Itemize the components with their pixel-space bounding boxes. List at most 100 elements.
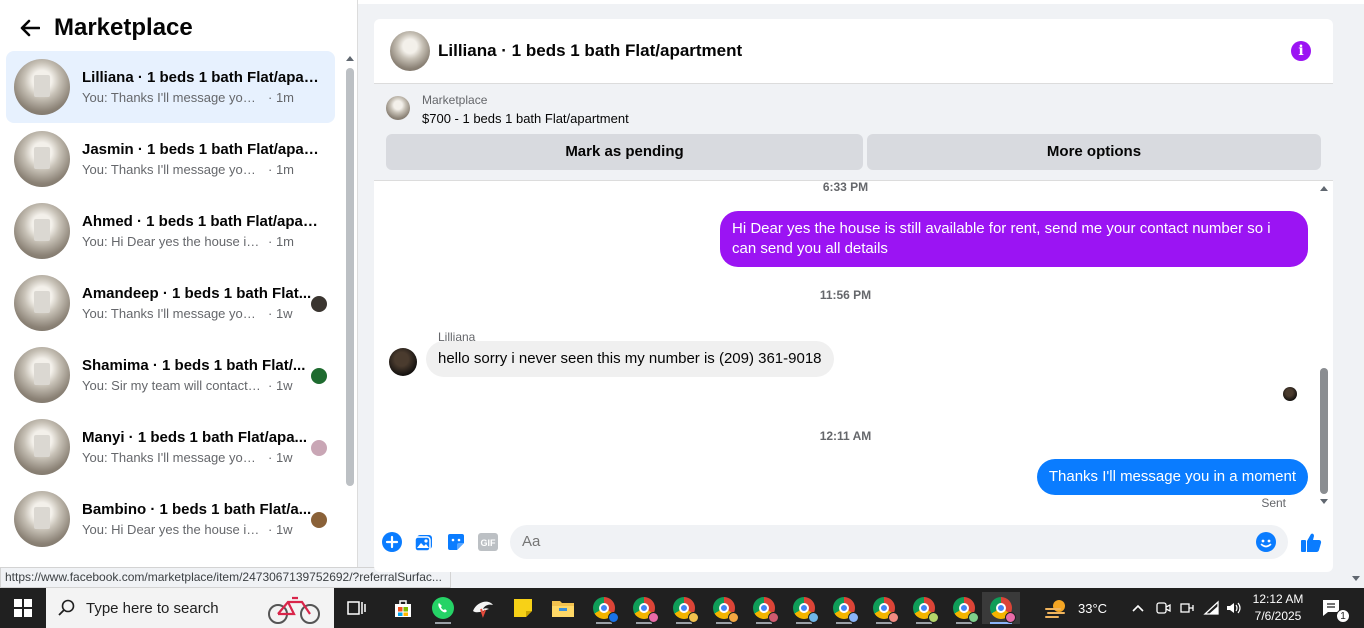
weather-widget[interactable]: 33°C xyxy=(1044,588,1107,628)
timestamp: 12:11 AM xyxy=(819,429,872,443)
microsoft-store-icon[interactable] xyxy=(385,592,421,624)
listing-avatar[interactable] xyxy=(390,31,430,71)
emoji-icon[interactable] xyxy=(1256,532,1276,552)
scroll-up-arrow-icon[interactable] xyxy=(1320,186,1328,191)
panel-header: Marketplace xyxy=(0,0,350,56)
conversation-item[interactable]: Bambino · 1 beds 1 bath Flat/a... You: H… xyxy=(6,483,335,555)
chrome-profile-icon[interactable] xyxy=(906,592,942,624)
chrome-profile-icon[interactable] xyxy=(666,592,702,624)
clock-time: 12:12 AM xyxy=(1252,592,1304,606)
chrome-profile-icon[interactable] xyxy=(586,592,622,624)
wifi-icon[interactable] xyxy=(1203,588,1221,628)
svg-text:GIF: GIF xyxy=(481,538,497,548)
conversation-name: Amandeep · 1 beds 1 bath Flat... xyxy=(82,285,312,302)
chrome-active-window-icon[interactable] xyxy=(982,592,1020,624)
conversation-preview: You: Thanks I'll message you in ... xyxy=(82,306,262,321)
conversation-item[interactable]: Amandeep · 1 beds 1 bath Flat... You: Th… xyxy=(6,267,335,339)
like-thumbs-up-icon[interactable] xyxy=(1299,530,1323,554)
gif-icon[interactable]: GIF xyxy=(477,531,499,553)
photo-icon[interactable] xyxy=(413,531,435,553)
conversation-time: · 1w xyxy=(268,378,293,393)
top-strip xyxy=(358,0,1364,4)
network-ethernet-icon[interactable] xyxy=(1179,588,1195,628)
add-plus-icon[interactable] xyxy=(381,531,403,553)
read-receipt-avatar xyxy=(311,368,327,384)
conversation-time: · 1m xyxy=(268,162,294,177)
received-message[interactable]: hello sorry i never seen this my number … xyxy=(426,341,834,377)
listing-thumbnail xyxy=(14,491,70,547)
read-receipt-avatar xyxy=(311,512,327,528)
conversation-item[interactable]: Lilliana · 1 beds 1 bath Flat/apart... Y… xyxy=(6,51,335,123)
scrollbar-thumb[interactable] xyxy=(1320,368,1328,494)
notification-count: 1 xyxy=(1336,609,1350,623)
sticky-notes-icon[interactable] xyxy=(505,592,541,624)
taskbar-search-box[interactable]: Type here to search xyxy=(46,588,334,628)
chrome-profile-icon[interactable] xyxy=(746,592,782,624)
weather-haze-icon xyxy=(1045,600,1065,618)
bird-app-icon[interactable] xyxy=(465,592,501,624)
system-clock[interactable]: 12:12 AM 7/6/2025 xyxy=(1246,591,1310,625)
chrome-profile-icon[interactable] xyxy=(866,592,902,624)
chrome-profile-icon[interactable] xyxy=(786,592,822,624)
conversation-time: · 1w xyxy=(268,450,293,465)
listing-title[interactable]: $700 - 1 beds 1 bath Flat/apartment xyxy=(422,111,629,126)
conversation-list-scrollbar[interactable] xyxy=(345,56,355,586)
file-explorer-icon[interactable] xyxy=(545,592,581,624)
conversation-name: Bambino · 1 beds 1 bath Flat/a... xyxy=(82,501,312,518)
notifications-icon[interactable]: 1 xyxy=(1320,588,1358,628)
conversation-name: Lilliana · 1 beds 1 bath Flat/apart... xyxy=(82,69,320,86)
mark-as-pending-button[interactable]: Mark as pending xyxy=(386,134,863,170)
windows-start-icon[interactable] xyxy=(0,588,46,628)
whatsapp-icon[interactable] xyxy=(425,592,461,624)
message-input[interactable] xyxy=(510,525,1288,559)
conversation-time: · 1m xyxy=(268,234,294,249)
listing-thumbnail xyxy=(14,131,70,187)
sent-message[interactable]: Hi Dear yes the house is still available… xyxy=(720,211,1308,267)
message-thread: 6:33 PM Hi Dear yes the house is still a… xyxy=(374,180,1333,518)
message-thread-scrollbar[interactable] xyxy=(1319,182,1329,518)
read-receipt-avatar xyxy=(311,296,327,312)
scroll-down-arrow-icon[interactable] xyxy=(1320,499,1328,504)
conversation-preview: You: Hi Dear yes the house is still a... xyxy=(82,234,262,249)
conversation-preview: You: Thanks I'll message you in ... xyxy=(82,450,262,465)
sent-message[interactable]: Thanks I'll message you in a moment xyxy=(1036,459,1308,495)
volume-speaker-icon[interactable] xyxy=(1225,588,1243,628)
listing-thumbnail[interactable] xyxy=(386,96,410,120)
back-arrow-icon[interactable] xyxy=(18,16,42,40)
scroll-up-arrow-icon[interactable] xyxy=(346,56,354,61)
show-hidden-icons-chevron-icon[interactable] xyxy=(1131,588,1145,628)
chrome-profile-icon[interactable] xyxy=(626,592,662,624)
sender-avatar[interactable] xyxy=(389,348,417,376)
windows-taskbar: Type here to search 33°C 12:12 AM 7/6/20… xyxy=(0,588,1364,628)
conversation-item[interactable]: Manyi · 1 beds 1 bath Flat/apa... You: T… xyxy=(6,411,335,483)
sent-status: Sent xyxy=(1261,496,1286,510)
chrome-profile-icon[interactable] xyxy=(706,592,742,624)
chat-title[interactable]: Lilliana · 1 beds 1 bath Flat/apartment xyxy=(438,41,742,61)
page-scroll-down-arrow-icon[interactable] xyxy=(1352,576,1360,581)
message-text-field[interactable] xyxy=(522,533,1222,550)
conversation-preview: You: Sir my team will contact yo... xyxy=(82,378,262,393)
conversation-item[interactable]: Ahmed · 1 beds 1 bath Flat/apart... You:… xyxy=(6,195,335,267)
chrome-profile-icon[interactable] xyxy=(946,592,982,624)
listing-thumbnail xyxy=(14,203,70,259)
listing-thumbnail xyxy=(14,347,70,403)
timestamp: 11:56 PM xyxy=(819,288,872,302)
more-options-button[interactable]: More options xyxy=(867,134,1321,170)
conversation-preview: You: Hi Dear yes the house is stil... xyxy=(82,522,262,537)
conversation-item[interactable]: Jasmin · 1 beds 1 bath Flat/apart... You… xyxy=(6,123,335,195)
weather-temperature: 33°C xyxy=(1078,600,1108,616)
search-icon xyxy=(58,599,75,616)
panel-title: Marketplace xyxy=(54,14,193,41)
conversation-item[interactable]: Shamima · 1 beds 1 bath Flat/... You: Si… xyxy=(6,339,335,411)
sticker-icon[interactable] xyxy=(445,531,467,553)
conversation-time: · 1w xyxy=(268,306,293,321)
listing-thumbnail xyxy=(14,59,70,115)
listing-thumbnail xyxy=(14,419,70,475)
info-icon[interactable]: i xyxy=(1291,41,1311,61)
marketplace-label: Marketplace xyxy=(422,93,488,107)
task-view-icon[interactable] xyxy=(339,592,375,624)
scrollbar-thumb[interactable] xyxy=(346,68,354,486)
chrome-profile-icon[interactable] xyxy=(826,592,862,624)
conversation-time: · 1w xyxy=(268,522,293,537)
meet-now-icon[interactable] xyxy=(1155,588,1171,628)
